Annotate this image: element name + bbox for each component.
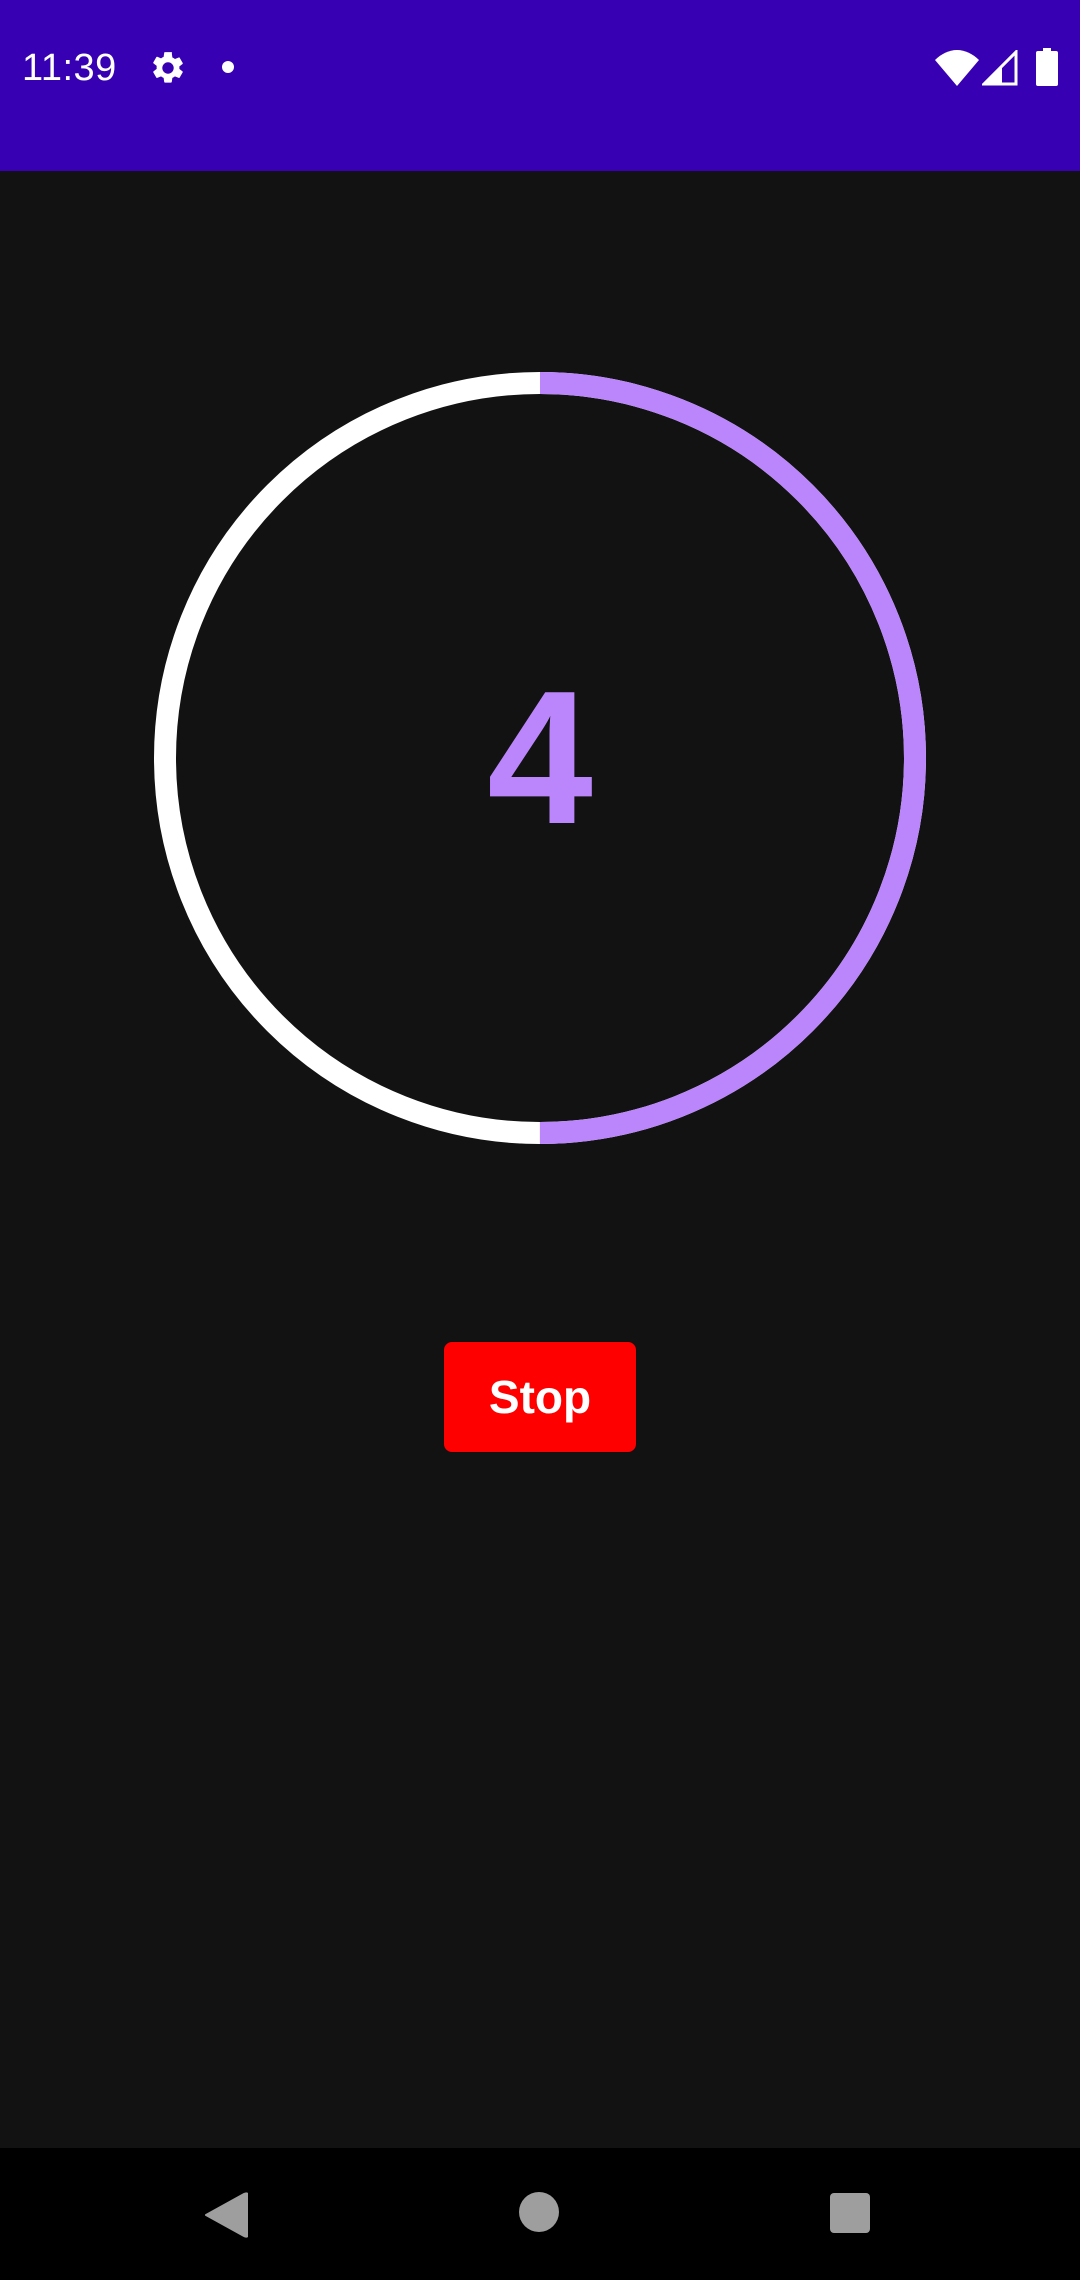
gear-icon [153, 52, 183, 83]
back-icon[interactable] [202, 2190, 248, 2240]
notification-dot-icon [222, 61, 234, 73]
status-time: 11:39 [22, 47, 117, 89]
recents-icon[interactable] [830, 2193, 870, 2233]
battery-icon [1036, 48, 1058, 86]
status-bar: 11:39 [0, 0, 1080, 171]
timer-value: 4 [487, 652, 593, 864]
stop-button[interactable]: Stop [444, 1342, 636, 1452]
navigation-bar [0, 2148, 1080, 2280]
home-icon[interactable] [519, 2192, 559, 2232]
wifi-icon [935, 50, 979, 86]
cell-signal-icon [982, 50, 1018, 86]
